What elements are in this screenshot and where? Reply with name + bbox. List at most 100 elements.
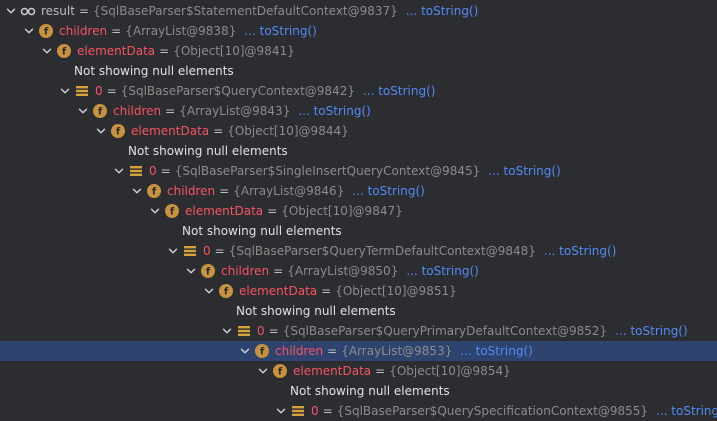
svg-text:f: f [206, 267, 211, 278]
to-string-link[interactable]: ... toString() [298, 101, 370, 121]
chevron-down-icon[interactable] [220, 321, 234, 341]
array-element-icon [182, 243, 198, 259]
equals-sign: = [106, 84, 117, 98]
tree-row[interactable]: 0 = {SqlBaseParser$QueryContext@9842} ... t… [0, 81, 717, 101]
array-element-icon [236, 323, 252, 339]
variable-value: {Object[10]@9851} [335, 284, 457, 298]
svg-text:f: f [170, 207, 175, 218]
field-icon: f [56, 43, 72, 59]
equals-sign: = [213, 124, 224, 138]
array-element-icon [74, 83, 90, 99]
tree-row[interactable]: f children = {ArrayList@9853} ... toString() [0, 341, 717, 361]
tree-row[interactable]: f elementData = {Object[10]@9841} [0, 41, 717, 61]
chevron-down-icon[interactable] [148, 201, 162, 221]
tree-row[interactable]: f children = {ArrayList@9843} ... toString() [0, 101, 717, 121]
variable-name: elementData [293, 364, 372, 378]
variable-value: {ArrayList@9853} [341, 344, 453, 358]
null-elements-note: Not showing null elements [290, 384, 450, 398]
to-string-link[interactable]: ... toString() [544, 241, 616, 261]
to-string-link[interactable]: ... toString() [488, 161, 560, 181]
to-string-link[interactable]: ... toString() [615, 321, 687, 341]
field-icon: f [146, 183, 162, 199]
variable-value: {Object[10]@9847} [281, 204, 403, 218]
chevron-down-icon[interactable] [184, 261, 198, 281]
info-row: Not showing null elements [0, 221, 717, 241]
variable-value: {Object[10]@9841} [173, 44, 295, 58]
to-string-link[interactable]: ... toString() [656, 401, 717, 421]
field-icon: f [272, 363, 288, 379]
field-icon: f [218, 283, 234, 299]
chevron-down-icon[interactable] [40, 41, 54, 61]
variable-name: 0 [149, 164, 157, 178]
svg-text:f: f [98, 107, 103, 118]
variable-value: {ArrayList@9850} [287, 264, 399, 278]
null-elements-note: Not showing null elements [74, 64, 234, 78]
to-string-link[interactable]: ... toString() [244, 21, 316, 41]
chevron-down-icon[interactable] [22, 21, 36, 41]
equals-sign: = [111, 24, 122, 38]
variable-value: {SqlBaseParser$SingleInsertQueryContext@… [174, 164, 481, 178]
to-string-link[interactable]: ... toString() [406, 1, 478, 21]
tree-row[interactable]: f elementData = {Object[10]@9851} [0, 281, 717, 301]
variable-value: {SqlBaseParser$QueryTermDefaultContext@9… [228, 244, 536, 258]
field-icon: f [110, 123, 126, 139]
chevron-down-icon[interactable] [112, 161, 126, 181]
chevron-down-icon[interactable] [76, 101, 90, 121]
variable-value: {ArrayList@9843} [179, 104, 291, 118]
tree-row[interactable]: 0 = {SqlBaseParser$QueryPrimaryDefaultCont… [0, 321, 717, 341]
variable-value: {ArrayList@9838} [125, 24, 237, 38]
to-string-link[interactable]: ... toString() [363, 81, 435, 101]
tree-row[interactable]: f children = {ArrayList@9850} ... toString() [0, 261, 717, 281]
equals-sign: = [214, 244, 225, 258]
equals-sign: = [375, 364, 386, 378]
tree-row[interactable]: f elementData = {Object[10]@9844} [0, 121, 717, 141]
tree-row[interactable]: f elementData = {Object[10]@9854} [0, 361, 717, 381]
equals-sign: = [321, 284, 332, 298]
to-string-link[interactable]: ... toString() [460, 341, 532, 361]
null-elements-note: Not showing null elements [182, 224, 342, 238]
info-row: Not showing null elements [0, 301, 717, 321]
tree-row[interactable]: f children = {ArrayList@9846} ... toString() [0, 181, 717, 201]
chevron-down-icon[interactable] [58, 81, 72, 101]
tree-row[interactable]: 0 = {SqlBaseParser$QuerySpecificationConte… [0, 401, 717, 421]
variable-name: 0 [203, 244, 211, 258]
chevron-down-icon[interactable] [238, 341, 252, 361]
chevron-down-icon[interactable] [130, 181, 144, 201]
variable-name: elementData [77, 44, 156, 58]
chevron-down-icon[interactable] [166, 241, 180, 261]
svg-text:f: f [260, 347, 265, 358]
equals-sign: = [322, 404, 333, 418]
svg-text:f: f [44, 27, 49, 38]
variable-name: elementData [131, 124, 210, 138]
equals-sign: = [267, 204, 278, 218]
chevron-down-icon[interactable] [256, 361, 270, 381]
variable-name: 0 [311, 404, 319, 418]
variable-name: elementData [185, 204, 264, 218]
variable-value: {SqlBaseParser$QueryContext@9842} [120, 84, 355, 98]
field-icon: f [92, 103, 108, 119]
to-string-link[interactable]: ... toString() [406, 261, 478, 281]
tree-row[interactable]: 0 = {SqlBaseParser$QueryTermDefaultContext… [0, 241, 717, 261]
variable-name: result [41, 4, 75, 18]
chevron-down-icon[interactable] [274, 401, 288, 421]
svg-text:f: f [116, 127, 121, 138]
variable-name: children [275, 344, 324, 358]
tree-row[interactable]: f children = {ArrayList@9838} ... toString() [0, 21, 717, 41]
equals-sign: = [165, 104, 176, 118]
variable-value: {SqlBaseParser$StatementDefaultContext@9… [93, 4, 398, 18]
variable-name: elementData [239, 284, 318, 298]
info-row: Not showing null elements [0, 381, 717, 401]
equals-sign: = [160, 164, 171, 178]
equals-sign: = [268, 324, 279, 338]
variable-value: {SqlBaseParser$QuerySpecificationContext… [336, 404, 649, 418]
tree-row[interactable]: 0 = {SqlBaseParser$SingleInsertQueryContex… [0, 161, 717, 181]
tree-row[interactable]: f elementData = {Object[10]@9847} [0, 201, 717, 221]
tree-row[interactable]: result = {SqlBaseParser$StatementDefaultCo… [0, 1, 717, 21]
chevron-down-icon[interactable] [202, 281, 216, 301]
variable-name: children [167, 184, 216, 198]
svg-text:f: f [152, 187, 157, 198]
chevron-down-icon[interactable] [94, 121, 108, 141]
field-icon: f [164, 203, 180, 219]
to-string-link[interactable]: ... toString() [352, 181, 424, 201]
chevron-down-icon[interactable] [4, 1, 18, 21]
